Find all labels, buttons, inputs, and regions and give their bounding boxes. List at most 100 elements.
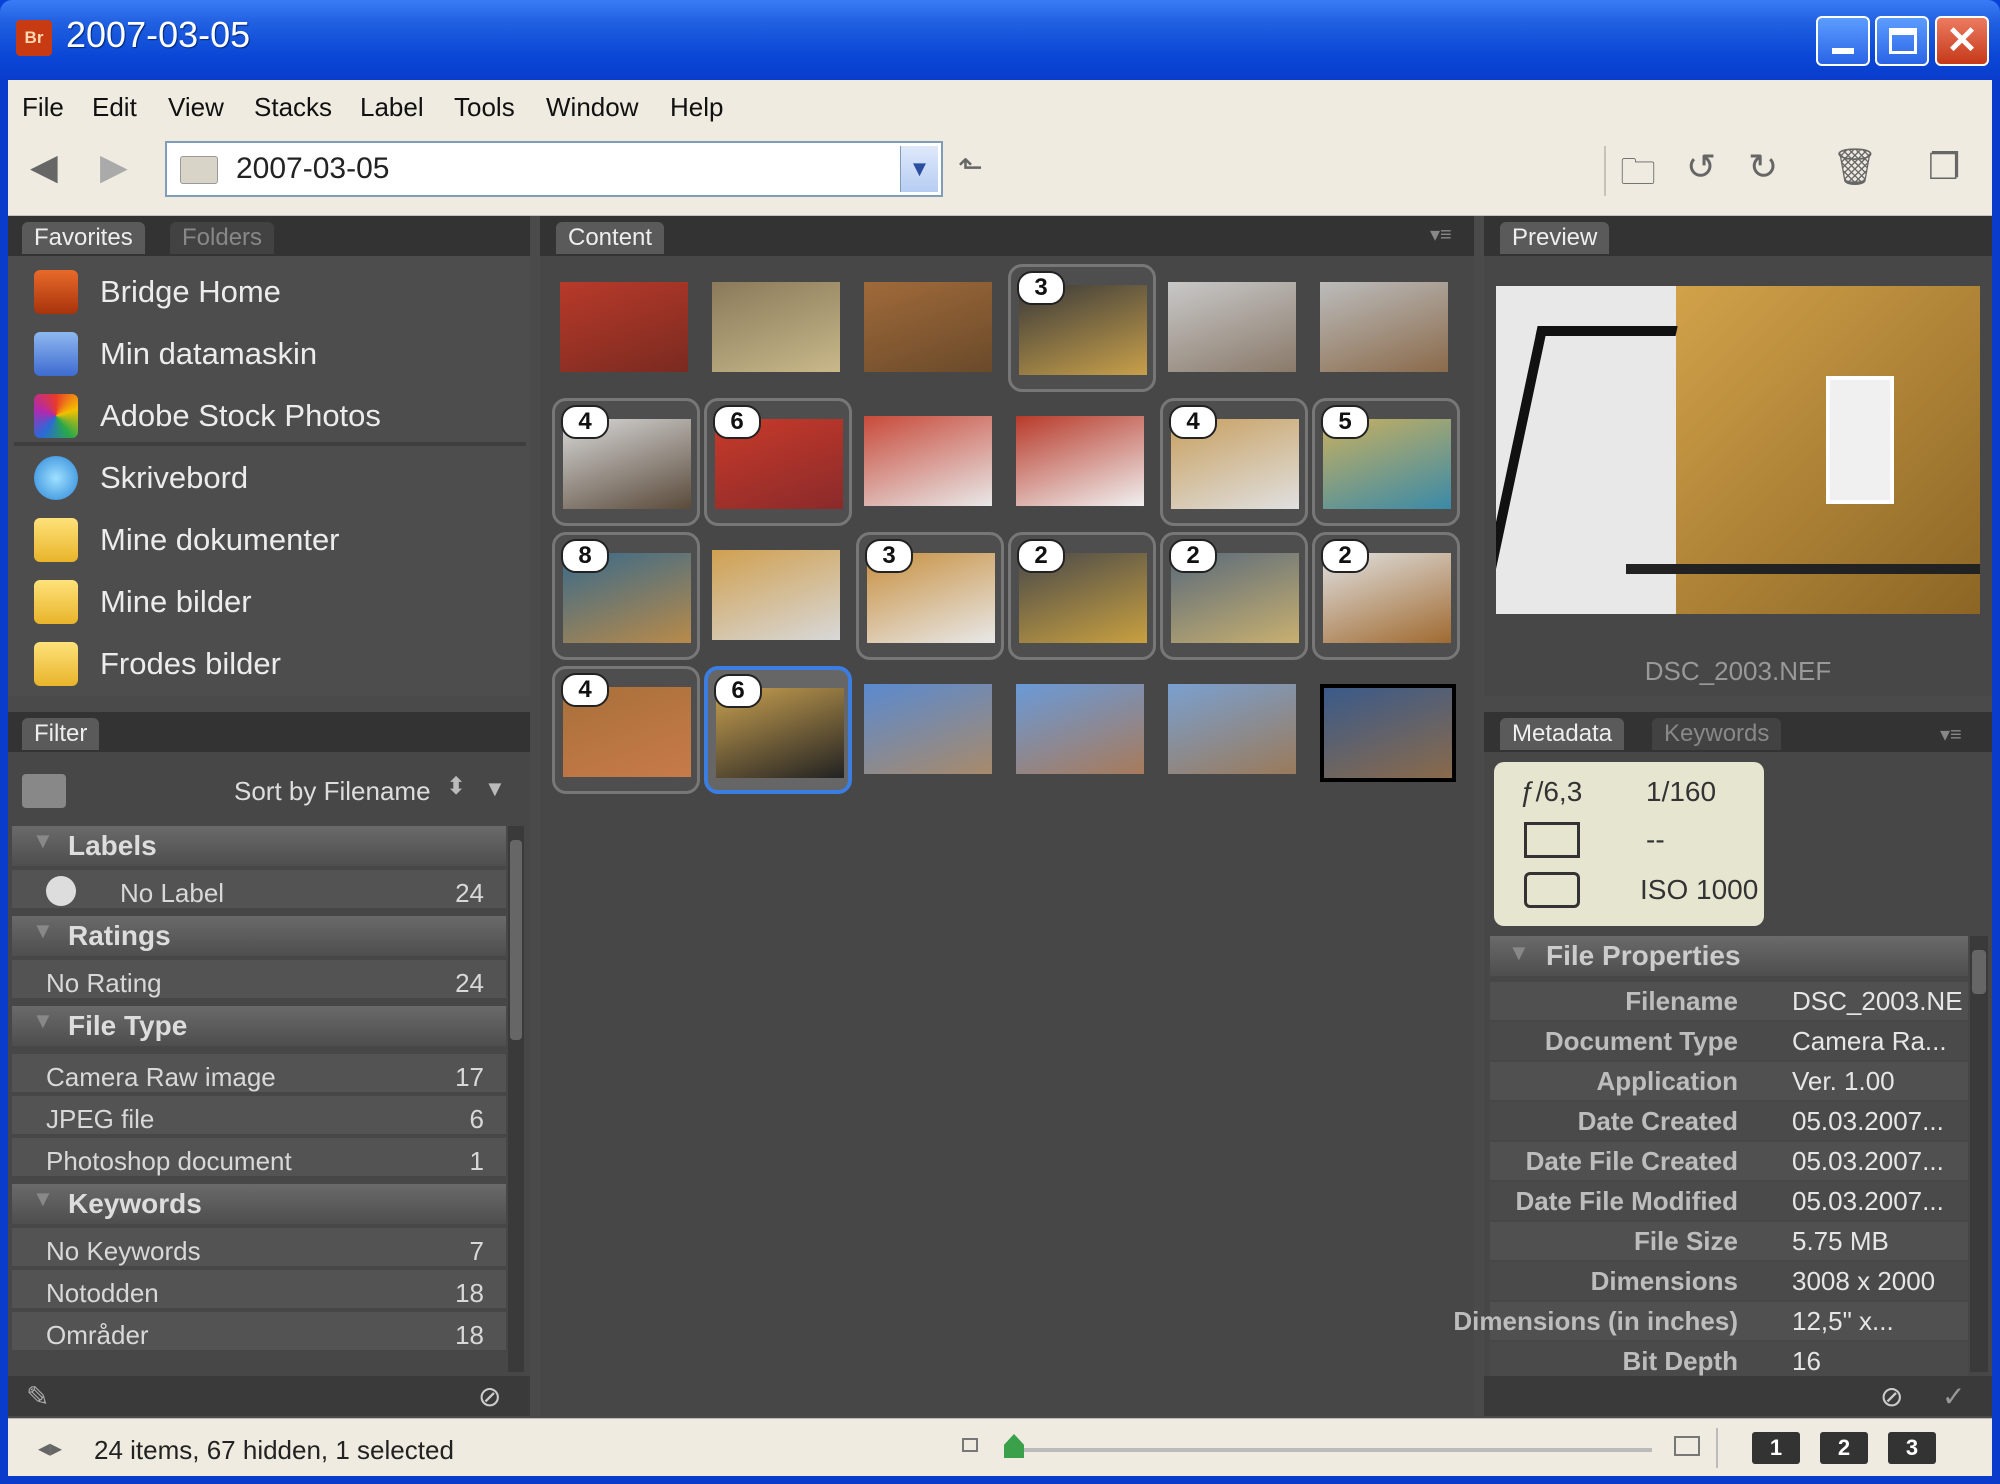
- scrollbar-thumb[interactable]: [510, 840, 522, 1040]
- sort-order-icon[interactable]: ⬍: [446, 772, 466, 801]
- favorite-adobe-stock-photos[interactable]: Adobe Stock Photos: [34, 390, 514, 440]
- menu-label[interactable]: Label: [360, 92, 424, 123]
- thumbnail[interactable]: [552, 264, 700, 392]
- metadata-value[interactable]: 3008 x 2000: [1792, 1266, 1935, 1297]
- thumbnail[interactable]: [1312, 666, 1460, 794]
- stack-count-badge[interactable]: 2: [1017, 539, 1065, 573]
- metadata-section-file-properties[interactable]: ▼ File Properties: [1490, 936, 1968, 976]
- stack-count-badge[interactable]: 8: [561, 539, 609, 573]
- tab-filter[interactable]: Filter: [22, 718, 100, 750]
- thumbnail[interactable]: 5: [1312, 398, 1460, 526]
- tab-keywords[interactable]: Keywords: [1652, 718, 1782, 750]
- metadata-value[interactable]: 05.03.2007...: [1792, 1186, 1944, 1217]
- stack-count-badge[interactable]: 2: [1321, 539, 1369, 573]
- favorite-bridge-home[interactable]: Bridge Home: [34, 266, 514, 316]
- tab-metadata[interactable]: Metadata: [1500, 718, 1625, 750]
- metadata-value[interactable]: DSC_2003.NE: [1792, 986, 1963, 1017]
- small-thumbnail-icon[interactable]: [962, 1438, 978, 1452]
- filter-row[interactable]: Camera Raw image 17: [12, 1054, 506, 1094]
- thumbnail[interactable]: [704, 264, 852, 392]
- chevron-down-icon[interactable]: ▼: [900, 146, 938, 192]
- thumbnail[interactable]: [1160, 666, 1308, 794]
- stack-count-badge[interactable]: 4: [561, 673, 609, 707]
- pin-icon[interactable]: ✎: [26, 1380, 49, 1413]
- thumbnail[interactable]: 3: [856, 532, 1004, 660]
- filter-group-keywords[interactable]: ▼ Keywords: [12, 1184, 506, 1224]
- tab-favorites[interactable]: Favorites: [22, 222, 145, 254]
- thumbnail[interactable]: [1312, 264, 1460, 392]
- stack-count-badge[interactable]: 6: [713, 405, 761, 439]
- rotate-left-icon[interactable]: ↺: [1686, 146, 1716, 188]
- minimize-button[interactable]: [1816, 16, 1870, 66]
- toggle-panels-icon[interactable]: ◂▸: [38, 1434, 62, 1463]
- clear-filter-icon[interactable]: ⊘: [478, 1380, 501, 1413]
- title-bar[interactable]: [0, 0, 2000, 80]
- favorite-min-datamaskin[interactable]: Min datamaskin: [34, 328, 514, 378]
- metadata-value[interactable]: Camera Ra...: [1792, 1026, 1947, 1057]
- thumbnail-size-slider[interactable]: [1010, 1448, 1652, 1452]
- filter-group-file-type[interactable]: ▼ File Type: [12, 1006, 506, 1046]
- thumbnail[interactable]: 6: [704, 666, 852, 794]
- metadata-scrollbar[interactable]: [1970, 936, 1988, 1372]
- thumbnail[interactable]: 8: [552, 532, 700, 660]
- tab-folders[interactable]: Folders: [170, 222, 275, 254]
- tab-preview[interactable]: Preview: [1500, 222, 1610, 254]
- workspace-1-button[interactable]: 1: [1752, 1432, 1800, 1464]
- favorite-skrivebord[interactable]: Skrivebord: [34, 452, 514, 502]
- thumbnail[interactable]: [1160, 264, 1308, 392]
- metadata-value[interactable]: 16: [1792, 1346, 1821, 1377]
- metadata-value[interactable]: 05.03.2007...: [1792, 1146, 1944, 1177]
- thumbnail[interactable]: 4: [552, 666, 700, 794]
- rotate-right-icon[interactable]: ↻: [1748, 146, 1778, 188]
- back-arrow-icon[interactable]: ◀: [30, 146, 58, 188]
- filter-row[interactable]: No Label 24: [12, 870, 506, 910]
- filter-options-icon[interactable]: [22, 774, 66, 808]
- thumbnail[interactable]: [856, 398, 1004, 526]
- filter-row[interactable]: Områder 18: [12, 1312, 506, 1352]
- thumbnail[interactable]: 4: [1160, 398, 1308, 526]
- filter-row[interactable]: Notodden 18: [12, 1270, 506, 1310]
- panel-menu-icon[interactable]: ▾≡: [1430, 222, 1452, 247]
- compact-mode-icon[interactable]: ❐: [1928, 146, 1960, 188]
- thumbnail[interactable]: [856, 264, 1004, 392]
- metadata-value[interactable]: 05.03.2007...: [1792, 1106, 1944, 1137]
- favorite-mine-dokumenter[interactable]: Mine dokumenter: [34, 514, 514, 564]
- preview-image[interactable]: [1496, 286, 1980, 614]
- large-thumbnail-icon[interactable]: [1674, 1436, 1700, 1456]
- stack-count-badge[interactable]: 2: [1169, 539, 1217, 573]
- close-button[interactable]: ✕: [1935, 16, 1989, 66]
- filter-group-labels[interactable]: ▼ Labels: [12, 826, 506, 866]
- menu-window[interactable]: Window: [546, 92, 638, 123]
- panel-menu-icon[interactable]: ▾≡: [1940, 722, 1962, 747]
- new-folder-icon[interactable]: 🗀: [1620, 146, 1656, 207]
- menu-tools[interactable]: Tools: [454, 92, 515, 123]
- menu-view[interactable]: View: [168, 92, 224, 123]
- scrollbar-thumb[interactable]: [1972, 950, 1986, 994]
- thumbnail[interactable]: [704, 532, 852, 660]
- metadata-value[interactable]: 12,5" x...: [1792, 1306, 1894, 1337]
- stack-count-badge[interactable]: 4: [1169, 405, 1217, 439]
- favorite-mine-bilder[interactable]: Mine bilder: [34, 576, 514, 626]
- menu-help[interactable]: Help: [670, 92, 723, 123]
- stack-count-badge[interactable]: 5: [1321, 405, 1369, 439]
- thumbnail[interactable]: [1008, 666, 1156, 794]
- thumbnail[interactable]: 2: [1312, 532, 1460, 660]
- stack-count-badge[interactable]: 4: [561, 405, 609, 439]
- thumbnail[interactable]: [1008, 398, 1156, 526]
- forward-arrow-icon[interactable]: ▶: [100, 146, 128, 188]
- filter-group-ratings[interactable]: ▼ Ratings: [12, 916, 506, 956]
- sort-dropdown[interactable]: Sort by Filename: [234, 776, 431, 807]
- thumbnail[interactable]: 4: [552, 398, 700, 526]
- menu-edit[interactable]: Edit: [92, 92, 137, 123]
- menu-file[interactable]: File: [22, 92, 64, 123]
- filter-row[interactable]: Photoshop document 1: [12, 1138, 506, 1178]
- thumbnail[interactable]: 2: [1160, 532, 1308, 660]
- favorite-frodes-bilder[interactable]: Frodes bilder: [34, 638, 514, 688]
- stack-count-badge[interactable]: 6: [714, 674, 762, 708]
- trash-icon[interactable]: 🗑: [1832, 146, 1878, 188]
- cancel-edit-icon[interactable]: ⊘: [1880, 1380, 1903, 1413]
- apply-checkmark-icon[interactable]: ✓: [1942, 1380, 1965, 1413]
- thumbnail[interactable]: 2: [1008, 532, 1156, 660]
- tab-content[interactable]: Content: [556, 222, 665, 254]
- up-folder-icon[interactable]: ⬑: [958, 150, 983, 185]
